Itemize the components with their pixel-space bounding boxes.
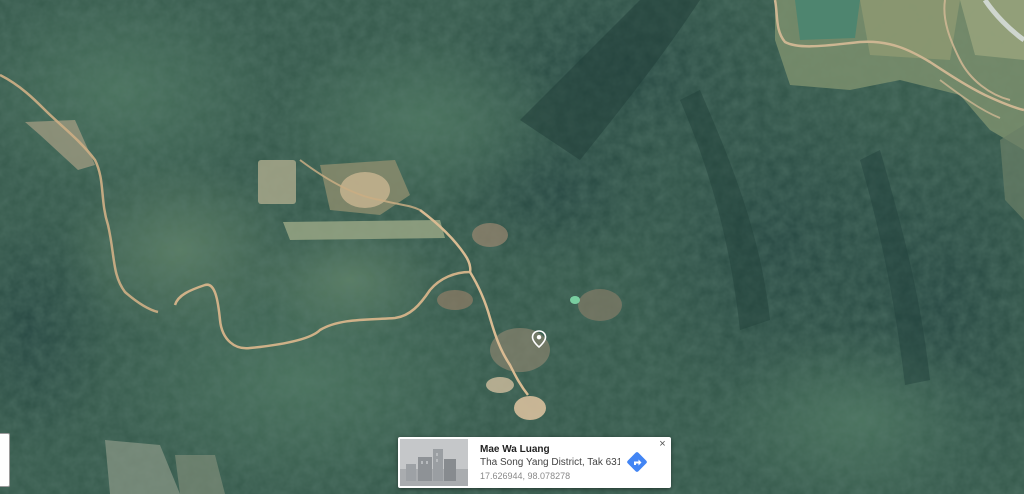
directions-arrow-icon[interactable] bbox=[626, 451, 648, 473]
close-button[interactable]: × bbox=[657, 439, 668, 450]
place-title: Mae Wa Luang bbox=[480, 444, 550, 455]
location-pin-icon[interactable] bbox=[531, 330, 547, 348]
street-view-photo-icon[interactable] bbox=[400, 439, 468, 486]
place-coordinates: 17.626944, 98.078278 bbox=[480, 471, 571, 481]
side-panel-toggle[interactable] bbox=[0, 433, 10, 487]
satellite-terrain bbox=[0, 0, 1024, 494]
place-info-card[interactable]: Mae Wa Luang Tha Song Yang District, Tak… bbox=[398, 437, 671, 488]
satellite-map[interactable]: Mae Wa Luang Tha Song Yang District, Tak… bbox=[0, 0, 1024, 494]
place-address: Tha Song Yang District, Tak 63150... bbox=[480, 457, 620, 468]
